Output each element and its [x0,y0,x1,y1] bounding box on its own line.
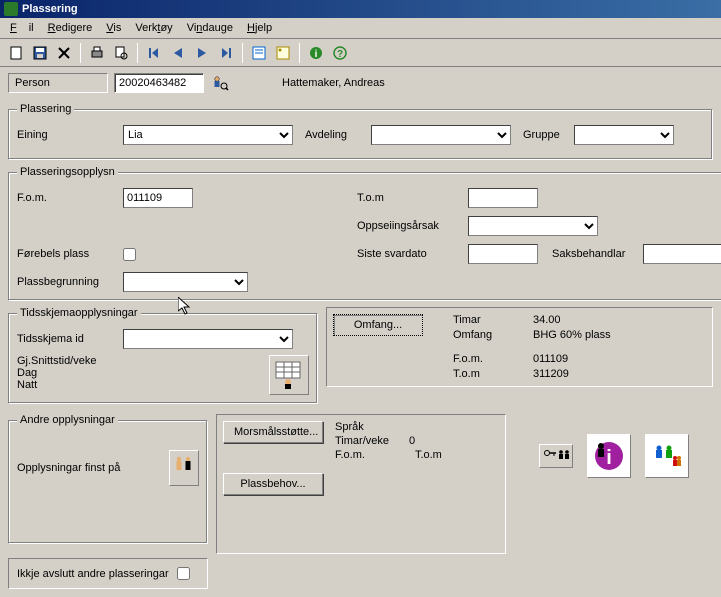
schedule-icon-button[interactable] [269,355,309,395]
family-icon[interactable] [645,434,689,478]
legend-plasseringsopplysn: Plasseringsopplysn [17,166,118,178]
group-andre: Andre opplysningar Opplysningar finst på [8,414,208,544]
key-people-icon[interactable] [539,444,573,468]
avdeling-select[interactable] [371,125,511,145]
tom-label: T.o.m [357,192,462,204]
omfang-tom-label: T.o.m [453,368,513,380]
prev-icon[interactable] [168,43,188,63]
person-lookup-icon[interactable] [210,73,230,93]
menu-fil[interactable]: Fil [4,20,40,36]
legend-andre: Andre opplysningar [17,414,118,426]
timar-value: 34.00 [533,314,611,326]
omfang-fom-label: F.o.m. [453,353,513,365]
next-icon[interactable] [192,43,212,63]
forebels-checkbox[interactable] [123,248,136,261]
icon-buttons: i [514,414,713,478]
first-icon[interactable] [144,43,164,63]
window-title: Plassering [22,0,78,18]
omfang-label: Omfang [453,329,513,341]
app-icon [4,2,18,16]
menu-verktoy[interactable]: Verktøy [129,20,178,36]
delete-icon[interactable] [54,43,74,63]
saksbehandlar-select[interactable] [643,244,721,264]
legend-tidsskjema: Tidsskjemaopplysningar [17,307,141,319]
people-icon[interactable] [169,450,199,486]
window-titlebar: Plassering [0,0,721,18]
natt-label: Natt [17,379,96,391]
omfang-fom-value: 011109 [533,353,611,365]
gjsnitt-label: Gj.Snittstid/veke [17,355,96,367]
group-plassering: Plassering Eining Lia Avdeling Gruppe [8,103,713,160]
eining-label: Eining [17,129,117,141]
tidsskjema-id-select[interactable] [123,329,293,349]
ikkje-avslutt-panel: Ikkje avslutt andre plasseringar [8,558,208,589]
plassbegrunning-select[interactable] [123,272,248,292]
omfang-panel: Omfang... Timar 34.00 Omfang BHG 60% pla… [326,307,713,387]
legend-plassering: Plassering [17,103,74,115]
form-icon[interactable] [249,43,269,63]
menu-vindauge[interactable]: Vindauge [181,20,239,36]
toolbar: i ? [0,39,721,67]
timar-label: Timar [453,314,513,326]
info-person-icon[interactable]: i [587,434,631,478]
ikkje-avslutt-checkbox[interactable] [177,567,190,580]
last-icon[interactable] [216,43,236,63]
siste-input[interactable] [468,244,538,264]
person-id: 20020463482 [114,73,204,93]
person-label: Person [8,73,108,93]
print-preview-icon[interactable] [111,43,131,63]
opplysningar-label: Opplysningar finst på [17,462,163,474]
avdeling-label: Avdeling [305,129,365,141]
timar-veke-label: Timar/veke [335,435,389,447]
andre-tom-label: T.o.m [415,449,442,461]
group-plasseringsopplysn: Plasseringsopplysn F.o.m. T.o.m Oppseiin… [8,166,721,301]
svg-text:i: i [315,49,318,60]
menu-hjelp[interactable]: Hjelp [241,20,278,36]
plassbegrunning-label: Plassbegrunning [17,276,117,288]
morsmaal-panel: Morsmålsstøtte... Plassbehov... Språk Ti… [216,414,506,554]
forebels-label: Førebels plass [17,248,117,260]
saksbehandlar-label: Saksbehandlar [552,248,637,260]
infobar: Person 20020463482 Hattemaker, Andreas [0,67,721,99]
group-tidsskjema: Tidsskjemaopplysningar Tidsskjema id Gj.… [8,307,318,404]
fom-input[interactable] [123,188,193,208]
svg-text:i: i [606,447,612,469]
menu-redigere[interactable]: Redigere [42,20,99,36]
dag-label: Dag [17,367,96,379]
person-name: Hattemaker, Andreas [282,77,385,89]
plassbehov-button[interactable]: Plassbehov... [223,473,323,495]
omfang-tom-value: 311209 [533,368,611,380]
timar-veke-value: 0 [409,435,415,447]
eining-select[interactable]: Lia [123,125,293,145]
andre-fom-label: F.o.m. [335,449,365,461]
gruppe-label: Gruppe [523,129,568,141]
tom-input[interactable] [468,188,538,208]
gruppe-select[interactable] [574,125,674,145]
omfang-button[interactable]: Omfang... [333,314,423,336]
tidsskjema-id-label: Tidsskjema id [17,333,117,345]
info-icon[interactable]: i [306,43,326,63]
new-icon[interactable] [6,43,26,63]
siste-label: Siste svardato [357,248,462,260]
menubar: Fil Redigere Vis Verktøy Vindauge Hjelp [0,18,721,39]
fom-label: F.o.m. [17,192,117,204]
oppseiing-select[interactable] [468,216,598,236]
save-icon[interactable] [30,43,50,63]
omfang-value: BHG 60% plass [533,329,611,341]
help-icon[interactable]: ? [330,43,350,63]
menu-vis[interactable]: Vis [100,20,127,36]
sprak-label: Språk [335,421,499,433]
properties-icon[interactable] [273,43,293,63]
print-icon[interactable] [87,43,107,63]
morsmaal-button[interactable]: Morsmålsstøtte... [223,421,323,443]
ikkje-avslutt-label: Ikkje avslutt andre plasseringar [17,568,169,580]
svg-text:?: ? [337,49,343,60]
oppseiing-label: Oppseiingsårsak [357,220,462,232]
